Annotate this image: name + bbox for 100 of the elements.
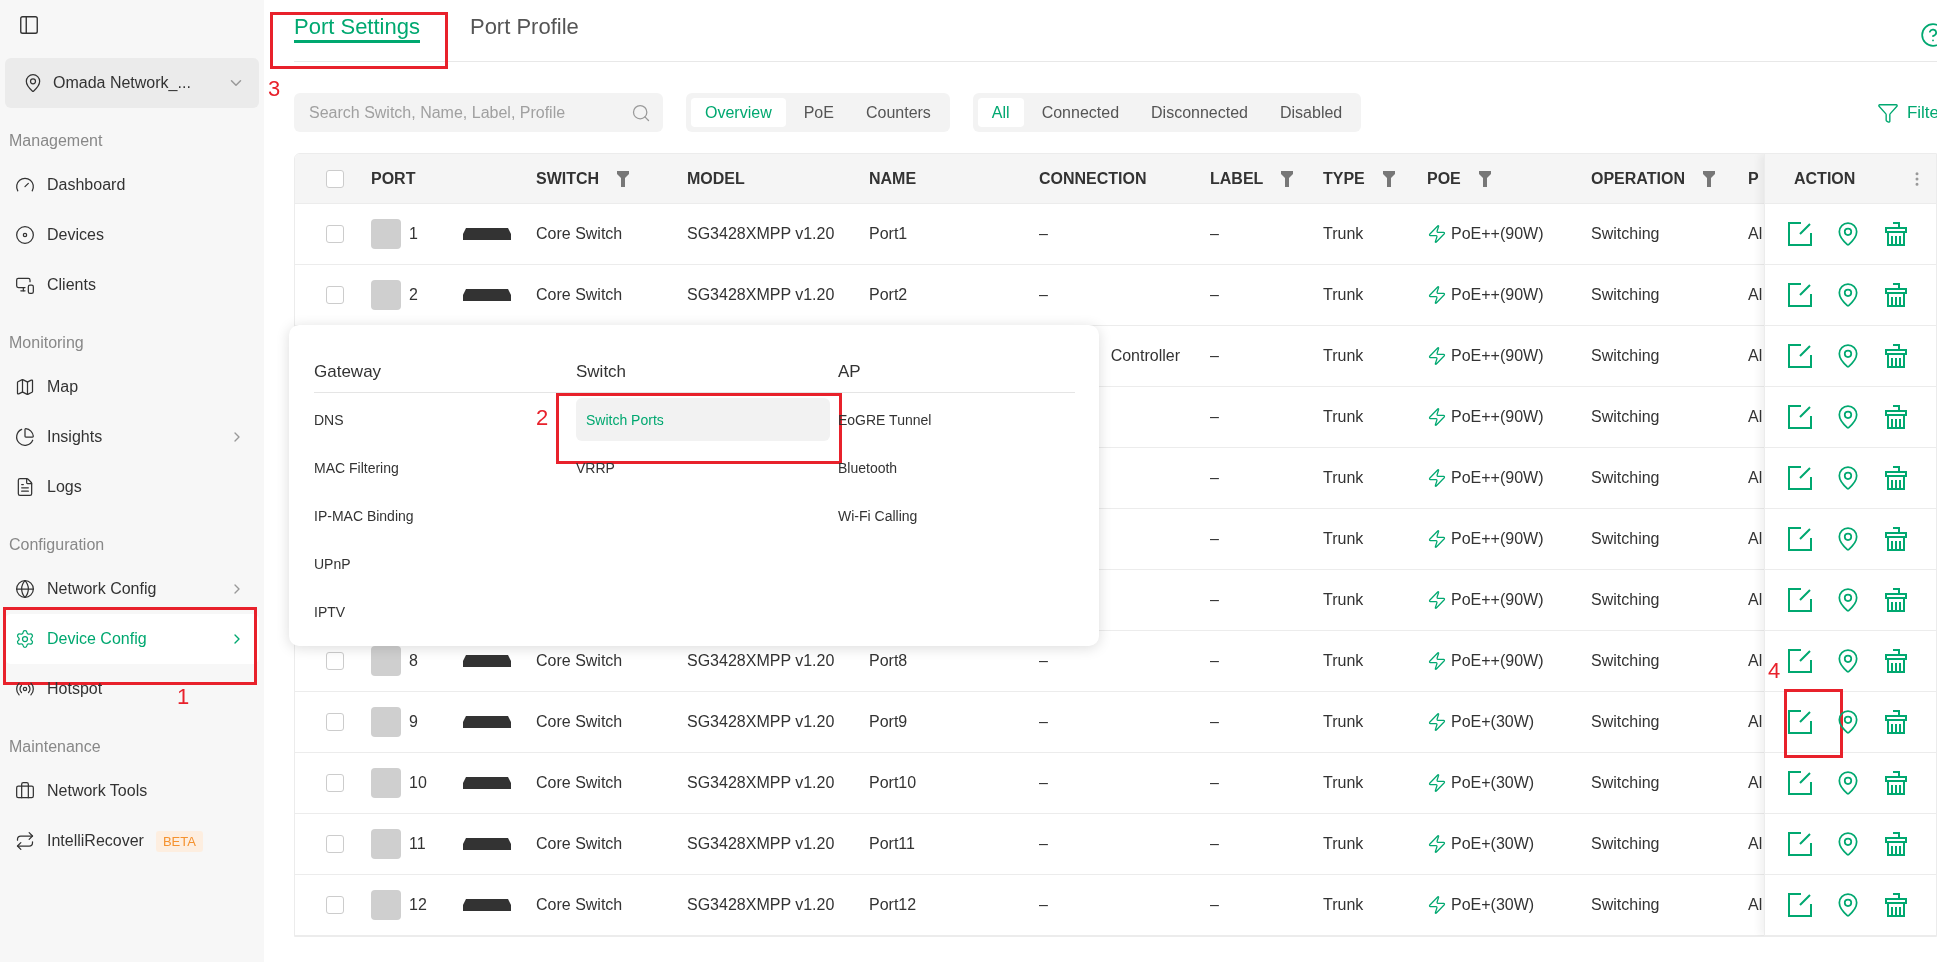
menu-item[interactable]: IP-MAC Binding — [314, 494, 576, 537]
table-cell: Switching — [1591, 591, 1660, 609]
table-cell: PoE++(90W) — [1451, 286, 1544, 304]
view-tab[interactable]: PoE — [789, 98, 848, 127]
menu-item[interactable]: IPTV — [314, 590, 576, 633]
table-cell: Al — [1748, 225, 1763, 243]
table-cell: Al — [1748, 469, 1763, 487]
table-cell: PoE++(90W) — [1451, 591, 1544, 609]
table-cell: Trunk — [1323, 225, 1364, 243]
column-header: SWITCH — [536, 169, 600, 188]
table-cell: – — [1039, 835, 1048, 853]
table-cell: PoE++(90W) — [1451, 347, 1544, 365]
table-cell: Port11 — [869, 835, 915, 853]
column-header: PORT — [371, 169, 416, 188]
table-cell: – — [1210, 713, 1219, 731]
table-cell: 9 — [409, 713, 418, 731]
table-cell: PoE+(30W) — [1451, 774, 1535, 792]
table-cell: Controller — [1110, 347, 1180, 365]
beta-badge: BETA — [155, 830, 203, 852]
column-header: OPERATION — [1591, 169, 1685, 188]
search-field[interactable]: Search Switch, Name, Label, Profile — [294, 93, 663, 132]
table-cell: Core Switch — [536, 286, 623, 304]
table-cell: PoE+(30W) — [1451, 713, 1535, 731]
table-cell: Switching — [1591, 774, 1660, 792]
site-selector[interactable]: Omada Network_... — [5, 58, 259, 108]
sidebar-item[interactable]: Dashboard — [5, 160, 259, 210]
table-cell: – — [1210, 469, 1219, 487]
table-cell: – — [1039, 652, 1048, 670]
sidebar-item[interactable]: Map — [5, 362, 259, 412]
column-header: POE — [1427, 169, 1461, 188]
table-cell: SG3428XMPP v1.20 — [687, 835, 835, 853]
sidebar-item[interactable]: Network Tools — [5, 766, 259, 816]
table-cell: Al — [1748, 774, 1763, 792]
sidebar-item[interactable]: Devices — [5, 210, 259, 260]
table-cell: – — [1210, 835, 1219, 853]
table-cell: Switching — [1591, 652, 1660, 670]
table-cell: Port10 — [869, 774, 917, 792]
tab[interactable]: Port Profile — [469, 0, 579, 43]
table-cell: – — [1039, 286, 1048, 304]
menu-heading: AP — [838, 351, 1075, 393]
table-cell: Core Switch — [536, 774, 623, 792]
table-cell: Trunk — [1323, 408, 1364, 426]
table-cell: SG3428XMPP v1.20 — [687, 225, 835, 243]
table-cell: Core Switch — [536, 225, 623, 243]
column-header: MODEL — [687, 169, 745, 188]
table-cell: Al — [1748, 713, 1763, 731]
table-cell: 8 — [409, 652, 418, 670]
table-cell: Switching — [1591, 408, 1660, 426]
table-cell: PoE+(30W) — [1451, 835, 1535, 853]
callout-number: 4 — [1768, 660, 1781, 682]
table-cell: Core Switch — [536, 896, 623, 914]
table-cell: SG3428XMPP v1.20 — [687, 713, 835, 731]
sidebar-item[interactable]: Insights — [5, 412, 259, 462]
table-cell: Port9 — [869, 713, 908, 731]
table-cell: Al — [1748, 408, 1763, 426]
table-cell: Port8 — [869, 652, 908, 670]
table-cell: – — [1039, 774, 1048, 792]
table-cell: – — [1039, 225, 1048, 243]
table-cell: PoE+(30W) — [1451, 896, 1535, 914]
table-cell: – — [1039, 896, 1048, 914]
table-cell: – — [1210, 408, 1219, 426]
table-cell: Switching — [1591, 347, 1660, 365]
column-header: NAME — [869, 169, 917, 188]
menu-item[interactable]: Wi-Fi Calling — [838, 494, 1075, 537]
menu-item[interactable]: Bluetooth — [838, 446, 1075, 489]
menu-item[interactable]: MAC Filtering — [314, 446, 576, 489]
column-header: TYPE — [1323, 169, 1365, 188]
table-cell: Trunk — [1323, 835, 1364, 853]
sidebar-item[interactable]: Network Config — [5, 564, 259, 614]
table-cell: Core Switch — [536, 713, 623, 731]
table-cell: SG3428XMPP v1.20 — [687, 774, 835, 792]
column-header: CONNECTION — [1039, 169, 1147, 188]
table-cell: Trunk — [1323, 713, 1364, 731]
table-cell: Switching — [1591, 835, 1660, 853]
callout-number: 1 — [177, 686, 190, 708]
table-cell: PoE++(90W) — [1451, 652, 1544, 670]
callout-number: 3 — [268, 78, 281, 100]
sidebar-item[interactable]: IntelliRecover BETA — [5, 816, 259, 866]
sidebar-item[interactable]: Logs — [5, 462, 259, 512]
sidebar-item[interactable]: Clients — [5, 260, 259, 310]
menu-item[interactable]: VRRP — [576, 446, 838, 489]
table-cell: Al — [1748, 835, 1763, 853]
table-cell: Trunk — [1323, 591, 1364, 609]
table-cell: 10 — [409, 774, 427, 792]
table-cell: Trunk — [1323, 774, 1364, 792]
menu-item[interactable]: UPnP — [314, 542, 576, 585]
table-cell: Al — [1748, 347, 1763, 365]
table-cell: Al — [1748, 530, 1763, 548]
status-tab[interactable]: Disabled — [1266, 98, 1357, 127]
table-cell: Core Switch — [536, 652, 623, 670]
table-cell: – — [1210, 652, 1219, 670]
status-tab[interactable]: Connected — [1027, 98, 1134, 127]
section-heading: Configuration — [8, 535, 106, 555]
table-cell: – — [1210, 347, 1219, 365]
table-cell: PoE++(90W) — [1451, 469, 1544, 487]
table-cell: – — [1210, 774, 1219, 792]
status-tab[interactable]: Disconnected — [1137, 98, 1262, 127]
table-cell: Switching — [1591, 896, 1660, 914]
view-tab[interactable]: Counters — [851, 98, 945, 127]
table-cell: 2 — [409, 286, 418, 304]
